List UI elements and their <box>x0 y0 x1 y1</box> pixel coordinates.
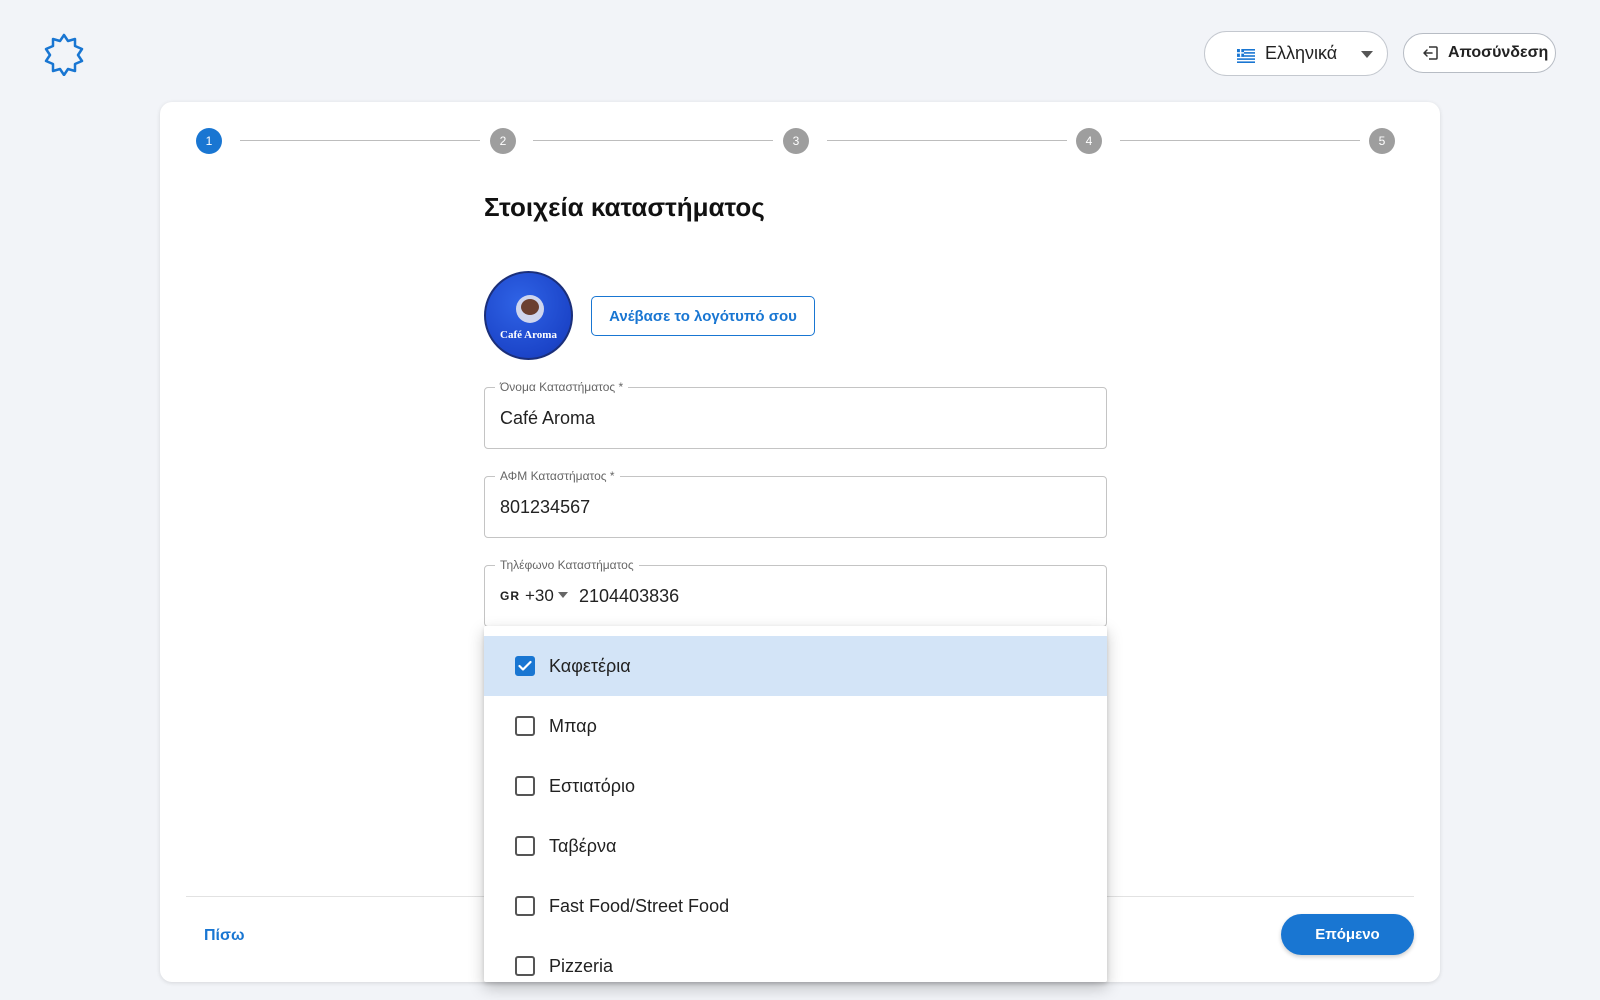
option-label: Fast Food/Street Food <box>549 895 730 916</box>
checkbox[interactable] <box>515 776 535 796</box>
checkbox[interactable] <box>515 896 535 916</box>
back-button[interactable]: Πίσω <box>204 927 244 945</box>
phone-label: Τηλέφωνο Καταστήματος <box>495 558 639 572</box>
upload-logo-button[interactable]: Ανέβασε το λογότυπό σου <box>591 296 815 336</box>
checkbox[interactable] <box>515 716 535 736</box>
vat-label: ΑΦΜ Καταστήματος * <box>495 469 620 483</box>
step-connector <box>827 140 1067 141</box>
chevron-down-icon <box>557 592 568 598</box>
step-3: 3 <box>783 128 809 154</box>
store-logo-text: Café Aroma <box>500 329 557 341</box>
option-fast-food[interactable]: Fast Food/Street Food <box>484 876 1107 936</box>
step-2: 2 <box>490 128 516 154</box>
phone-field[interactable]: Τηλέφωνο Καταστήματος GR +30 2104403836 <box>484 558 1107 627</box>
step-5: 5 <box>1369 128 1395 154</box>
next-button[interactable]: Επόμενο <box>1281 914 1414 955</box>
step-4: 4 <box>1076 128 1102 154</box>
stepper: 1 2 3 4 5 <box>160 102 1440 182</box>
checkbox[interactable] <box>515 836 535 856</box>
logout-label: Αποσύνδεση <box>1448 44 1549 61</box>
step-connector <box>533 140 773 141</box>
checkbox-checked[interactable] <box>515 656 535 676</box>
page-title: Στοιχεία καταστήματος <box>484 192 765 222</box>
dial-prefix: +30 <box>525 586 554 605</box>
country-code-selector[interactable]: GR +30 <box>500 586 568 606</box>
option-taverna[interactable]: Ταβέρνα <box>484 816 1107 876</box>
store-type-dropdown: Καφετέρια Μπαρ Εστιατόριο Ταβέρνα Fast F… <box>484 626 1107 982</box>
option-label: Καφετέρια <box>549 655 631 676</box>
step-connector <box>240 140 480 141</box>
option-label: Pizzeria <box>549 955 614 976</box>
greek-flag-icon <box>1237 47 1255 63</box>
language-label: Ελληνικά <box>1265 43 1338 63</box>
app-logo-icon <box>42 32 86 77</box>
checkbox[interactable] <box>515 956 535 976</box>
option-estiatorio[interactable]: Εστιατόριο <box>484 756 1107 816</box>
logout-icon <box>1423 46 1438 60</box>
option-pizzeria[interactable]: Pizzeria <box>484 936 1107 982</box>
phone-input[interactable]: 2104403836 <box>579 586 679 607</box>
vat-input[interactable]: 801234567 <box>500 497 1090 518</box>
store-name-field[interactable]: Όνομα Καταστήματος * Café Aroma <box>484 380 1107 449</box>
chevron-down-icon <box>1361 51 1373 58</box>
store-logo-avatar: Café Aroma <box>484 271 573 360</box>
coffee-fill <box>521 299 539 315</box>
vat-field[interactable]: ΑΦΜ Καταστήματος * 801234567 <box>484 469 1107 538</box>
checkmark-icon <box>518 660 532 671</box>
step-connector <box>1120 140 1360 141</box>
language-selector[interactable]: Ελληνικά <box>1204 31 1388 76</box>
option-label: Μπαρ <box>549 715 597 736</box>
option-kafeteria[interactable]: Καφετέρια <box>484 636 1107 696</box>
store-name-label: Όνομα Καταστήματος * <box>495 380 629 394</box>
country-code: GR <box>500 589 520 603</box>
step-1: 1 <box>196 128 222 154</box>
option-label: Εστιατόριο <box>549 775 636 796</box>
store-name-input[interactable]: Café Aroma <box>500 408 1090 429</box>
logout-button[interactable]: Αποσύνδεση <box>1403 33 1556 73</box>
option-label: Ταβέρνα <box>549 835 617 856</box>
option-bar[interactable]: Μπαρ <box>484 696 1107 756</box>
